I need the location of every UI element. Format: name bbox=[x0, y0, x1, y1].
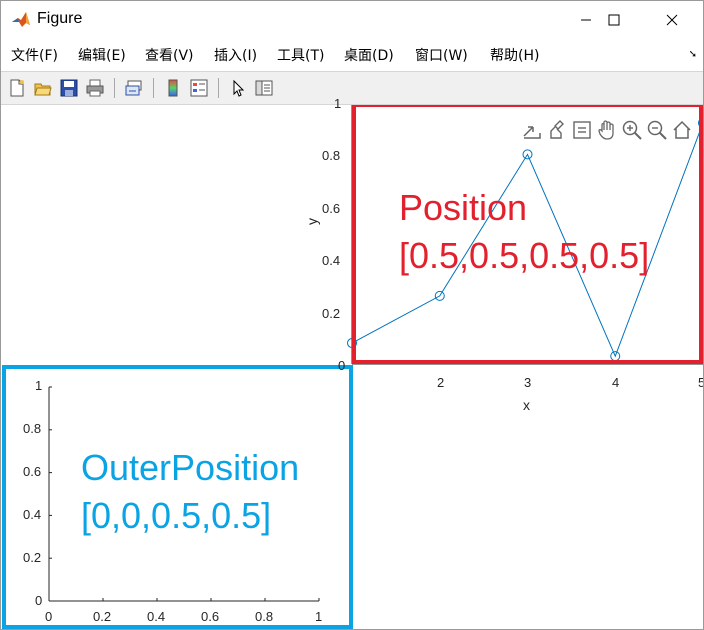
print-button[interactable] bbox=[84, 77, 106, 99]
link-plot-button[interactable] bbox=[123, 77, 145, 99]
insert-colorbar-icon bbox=[168, 79, 178, 97]
insert-colorbar-button[interactable] bbox=[162, 77, 184, 99]
bottom-xtick-label: 0.6 bbox=[201, 609, 220, 624]
bottom-ytick-label: 1 bbox=[35, 378, 43, 393]
new-figure-button[interactable] bbox=[6, 77, 28, 99]
menu-help[interactable]: 帮助(H) bbox=[490, 45, 539, 65]
insert-legend-icon bbox=[190, 79, 208, 97]
data-tips-icon[interactable] bbox=[571, 119, 593, 141]
print-icon bbox=[86, 79, 104, 97]
bottom-ytick-label: 0 bbox=[35, 593, 43, 608]
save-icon bbox=[60, 79, 78, 97]
top-xtick-label: 5 bbox=[698, 375, 703, 390]
top-ytick-label: 0.8 bbox=[322, 148, 341, 163]
save-button[interactable] bbox=[58, 77, 80, 99]
restore-view-icon[interactable] bbox=[671, 119, 693, 141]
plot-area bbox=[2, 105, 703, 629]
bottom-ytick-label: 0.8 bbox=[23, 421, 42, 436]
open-file-icon bbox=[34, 83, 52, 96]
edit-plot-button[interactable] bbox=[227, 77, 249, 99]
position-highlight-box bbox=[352, 105, 703, 364]
bottom-ytick-label: 0.2 bbox=[23, 550, 42, 565]
top-xtick-label: 3 bbox=[524, 375, 532, 390]
menu-file[interactable]: 文件(F) bbox=[11, 45, 58, 65]
top-xtick-label: 2 bbox=[437, 375, 445, 390]
position-annotation-value: [0.5,0.5,0.5,0.5] bbox=[399, 235, 650, 276]
outer-position-annotation-title: OuterPosition bbox=[81, 447, 300, 488]
window-title: Figure bbox=[37, 10, 83, 27]
menu-insert[interactable]: 插入(I) bbox=[214, 45, 257, 65]
menu-bar: 文件(F) 编辑(E) 查看(V) 插入(I) 工具(T) 桌面(D) 窗口(W… bbox=[1, 39, 703, 69]
top-ytick-label: 0.4 bbox=[322, 253, 341, 268]
figure-window: Figure 文件(F) 编辑(E) 查看(V) 插入(I) 工具(T) 桌面(… bbox=[0, 0, 704, 630]
bottom-xtick-label: 1 bbox=[315, 609, 323, 624]
top-xtick-label: 4 bbox=[612, 375, 620, 390]
toolbar-separator bbox=[153, 78, 154, 98]
edit-plot-arrow-icon bbox=[233, 79, 245, 97]
bottom-xtick-label: 0 bbox=[45, 609, 53, 624]
bottom-xtick-label: 0.8 bbox=[255, 609, 274, 624]
dock-arrow-icon[interactable]: ➘ bbox=[689, 49, 697, 60]
title-bar[interactable]: Figure bbox=[1, 1, 703, 39]
figure-toolbar bbox=[1, 71, 703, 105]
top-xlabel: x bbox=[523, 397, 530, 413]
menu-edit[interactable]: 编辑(E) bbox=[78, 45, 126, 65]
outer-position-annotation-value: [0,0,0.5,0.5] bbox=[81, 495, 272, 536]
maximize-button[interactable] bbox=[591, 1, 637, 39]
position-annotation-title: Position bbox=[399, 187, 528, 228]
menu-desktop[interactable]: 桌面(D) bbox=[344, 45, 394, 65]
maximize-icon bbox=[608, 14, 620, 26]
pan-icon[interactable] bbox=[596, 119, 618, 141]
menu-tools[interactable]: 工具(T) bbox=[277, 45, 324, 65]
top-ytick-label: 0 bbox=[338, 358, 346, 373]
top-ytick-label: 1 bbox=[334, 96, 342, 111]
toolbar-separator bbox=[114, 78, 115, 98]
top-ylabel: y bbox=[304, 218, 320, 225]
top-ytick-label: 0.6 bbox=[322, 201, 341, 216]
top-ytick-label: 0.2 bbox=[322, 306, 341, 321]
zoom-out-icon[interactable] bbox=[646, 119, 668, 141]
toolbar-separator bbox=[218, 78, 219, 98]
menu-view[interactable]: 查看(V) bbox=[145, 45, 194, 65]
bottom-axes-ticks bbox=[48, 386, 320, 602]
figure-canvas: 1 0.8 0.6 0.4 0.2 0 2 3 4 5 x y Position… bbox=[1, 96, 703, 629]
insert-legend-button[interactable] bbox=[188, 77, 210, 99]
brush-icon[interactable] bbox=[547, 119, 569, 141]
menu-window[interactable]: 窗口(W) bbox=[415, 45, 468, 65]
export-icon[interactable] bbox=[521, 119, 543, 141]
bottom-xtick-label: 0.4 bbox=[147, 609, 166, 624]
close-icon bbox=[666, 14, 678, 26]
bottom-ytick-label: 0.4 bbox=[23, 507, 42, 522]
matlab-logo bbox=[12, 12, 30, 27]
open-file-button[interactable] bbox=[32, 77, 54, 99]
close-button[interactable] bbox=[649, 1, 695, 39]
bottom-xtick-label: 0.2 bbox=[93, 609, 112, 624]
link-plot-icon bbox=[125, 80, 142, 96]
bottom-ytick-label: 0.6 bbox=[23, 464, 42, 479]
property-inspector-icon bbox=[255, 80, 273, 96]
property-inspector-button[interactable] bbox=[253, 77, 275, 99]
new-figure-icon bbox=[10, 79, 24, 97]
zoom-in-icon[interactable] bbox=[621, 119, 643, 141]
